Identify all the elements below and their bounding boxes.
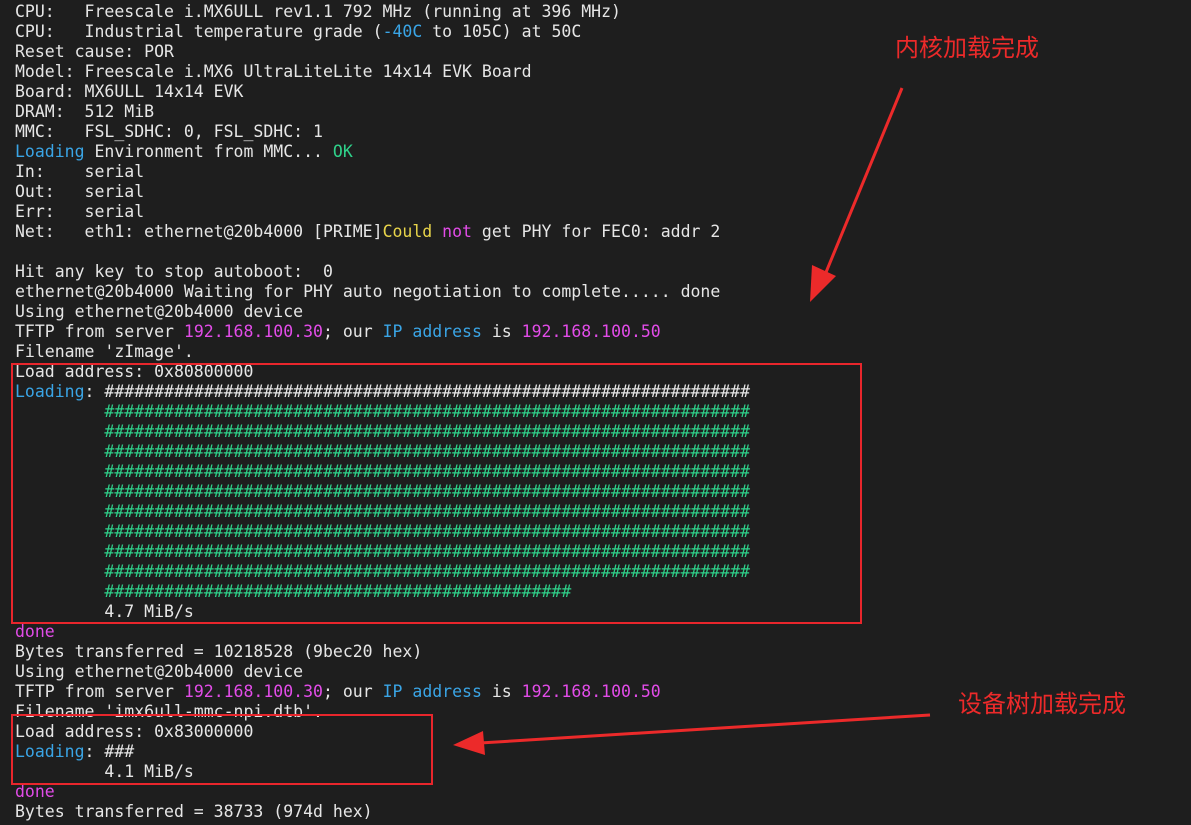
terminal-line: CPU: Freescale i.MX6ULL rev1.1 792 MHz (…: [15, 2, 1185, 22]
terminal-text-segment: Environment from MMC...: [84, 142, 333, 161]
terminal-text-segment: Out: serial: [15, 182, 145, 201]
terminal-text-segment: Could: [382, 222, 443, 241]
terminal-text-segment: OK: [332, 142, 353, 161]
terminal-text-segment: -40C: [382, 22, 423, 41]
terminal-text-segment: 192.168.100.50: [521, 682, 661, 701]
terminal-text-segment: is: [481, 322, 522, 341]
terminal-text-segment: IP address: [382, 322, 482, 341]
terminal-text-segment: Bytes transferred = 38733 (974d hex): [15, 802, 373, 821]
kernel-load-highlight-box: [11, 363, 862, 624]
terminal-line: Out: serial: [15, 182, 1185, 202]
dtb-loaded-annotation: 设备树加载完成: [958, 690, 1126, 718]
terminal-text-segment: Loading: [15, 142, 85, 161]
terminal-line: Net: eth1: ethernet@20b4000 [PRIME]Could…: [15, 222, 1185, 242]
terminal-text-segment: CPU: Industrial temperature grade (: [15, 22, 383, 41]
terminal-line: Hit any key to stop autoboot: 0: [15, 262, 1185, 282]
kernel-loaded-annotation: 内核加载完成: [895, 34, 1039, 62]
terminal-text-segment: 192.168.100.50: [521, 322, 661, 341]
terminal-text-segment: DRAM: 512 MiB: [15, 102, 155, 121]
terminal-line: Filename 'zImage'.: [15, 342, 1185, 362]
terminal-text-segment: 192.168.100.30: [183, 682, 323, 701]
terminal-line: Using ethernet@20b4000 device: [15, 662, 1185, 682]
terminal-line: Bytes transferred = 10218528 (9bec20 hex…: [15, 642, 1185, 662]
terminal-text-segment: to 105C) at 50C: [422, 22, 582, 41]
terminal-text-segment: is: [481, 682, 522, 701]
terminal-text-segment: Reset cause: POR: [15, 42, 174, 61]
dtb-load-highlight-box: [11, 714, 433, 785]
terminal-line: Err: serial: [15, 202, 1185, 222]
terminal-text-segment: Bytes transferred = 10218528 (9bec20 hex…: [15, 642, 423, 661]
terminal-text-segment: Filename 'zImage'.: [15, 342, 194, 361]
terminal-text-segment: ; our: [322, 682, 383, 701]
terminal-text-segment: Model: Freescale i.MX6 UltraLiteLite 14x…: [15, 62, 532, 81]
terminal-text-segment: Err: serial: [15, 202, 145, 221]
terminal-line: ethernet@20b4000 Waiting for PHY auto ne…: [15, 282, 1185, 302]
terminal-text-segment: CPU: Freescale i.MX6ULL rev1.1 792 MHz (…: [15, 2, 621, 21]
terminal-line: MMC: FSL_SDHC: 0, FSL_SDHC: 1: [15, 122, 1185, 142]
terminal-line: done: [15, 782, 1185, 802]
terminal-text-segment: not: [442, 222, 472, 241]
terminal-text-segment: Board: MX6ULL 14x14 EVK: [15, 82, 244, 101]
terminal-line: DRAM: 512 MiB: [15, 102, 1185, 122]
terminal-text-segment: IP address: [382, 682, 482, 701]
terminal-text-segment: Using ethernet@20b4000 device: [15, 302, 304, 321]
terminal-text-segment: TFTP from server: [15, 322, 184, 341]
terminal-line: In: serial: [15, 162, 1185, 182]
terminal-line: Using ethernet@20b4000 device: [15, 302, 1185, 322]
terminal-line: Board: MX6ULL 14x14 EVK: [15, 82, 1185, 102]
terminal-text-segment: Using ethernet@20b4000 device: [15, 662, 304, 681]
terminal-text-segment: 192.168.100.30: [183, 322, 323, 341]
terminal-line: Model: Freescale i.MX6 UltraLiteLite 14x…: [15, 62, 1185, 82]
terminal-text-segment: MMC: FSL_SDHC: 0, FSL_SDHC: 1: [15, 122, 323, 141]
terminal-text-segment: TFTP from server: [15, 682, 184, 701]
terminal-text-segment: ethernet@20b4000 Waiting for PHY auto ne…: [15, 282, 721, 301]
terminal-text-segment: Hit any key to stop autoboot: 0: [15, 262, 333, 281]
terminal-line: Loading Environment from MMC... OK: [15, 142, 1185, 162]
terminal-text-segment: In: serial: [15, 162, 145, 181]
terminal-text-segment: get PHY for FEC0: addr 2: [471, 222, 721, 241]
terminal-line: done: [15, 622, 1185, 642]
terminal-text-segment: done: [15, 622, 55, 641]
terminal-text-segment: Net: eth1: ethernet@20b4000 [PRIME]: [15, 222, 383, 241]
terminal-line: TFTP from server 192.168.100.30; our IP …: [15, 322, 1185, 342]
terminal-text-segment: ; our: [322, 322, 383, 341]
terminal-line: Bytes transferred = 38733 (974d hex): [15, 802, 1185, 822]
